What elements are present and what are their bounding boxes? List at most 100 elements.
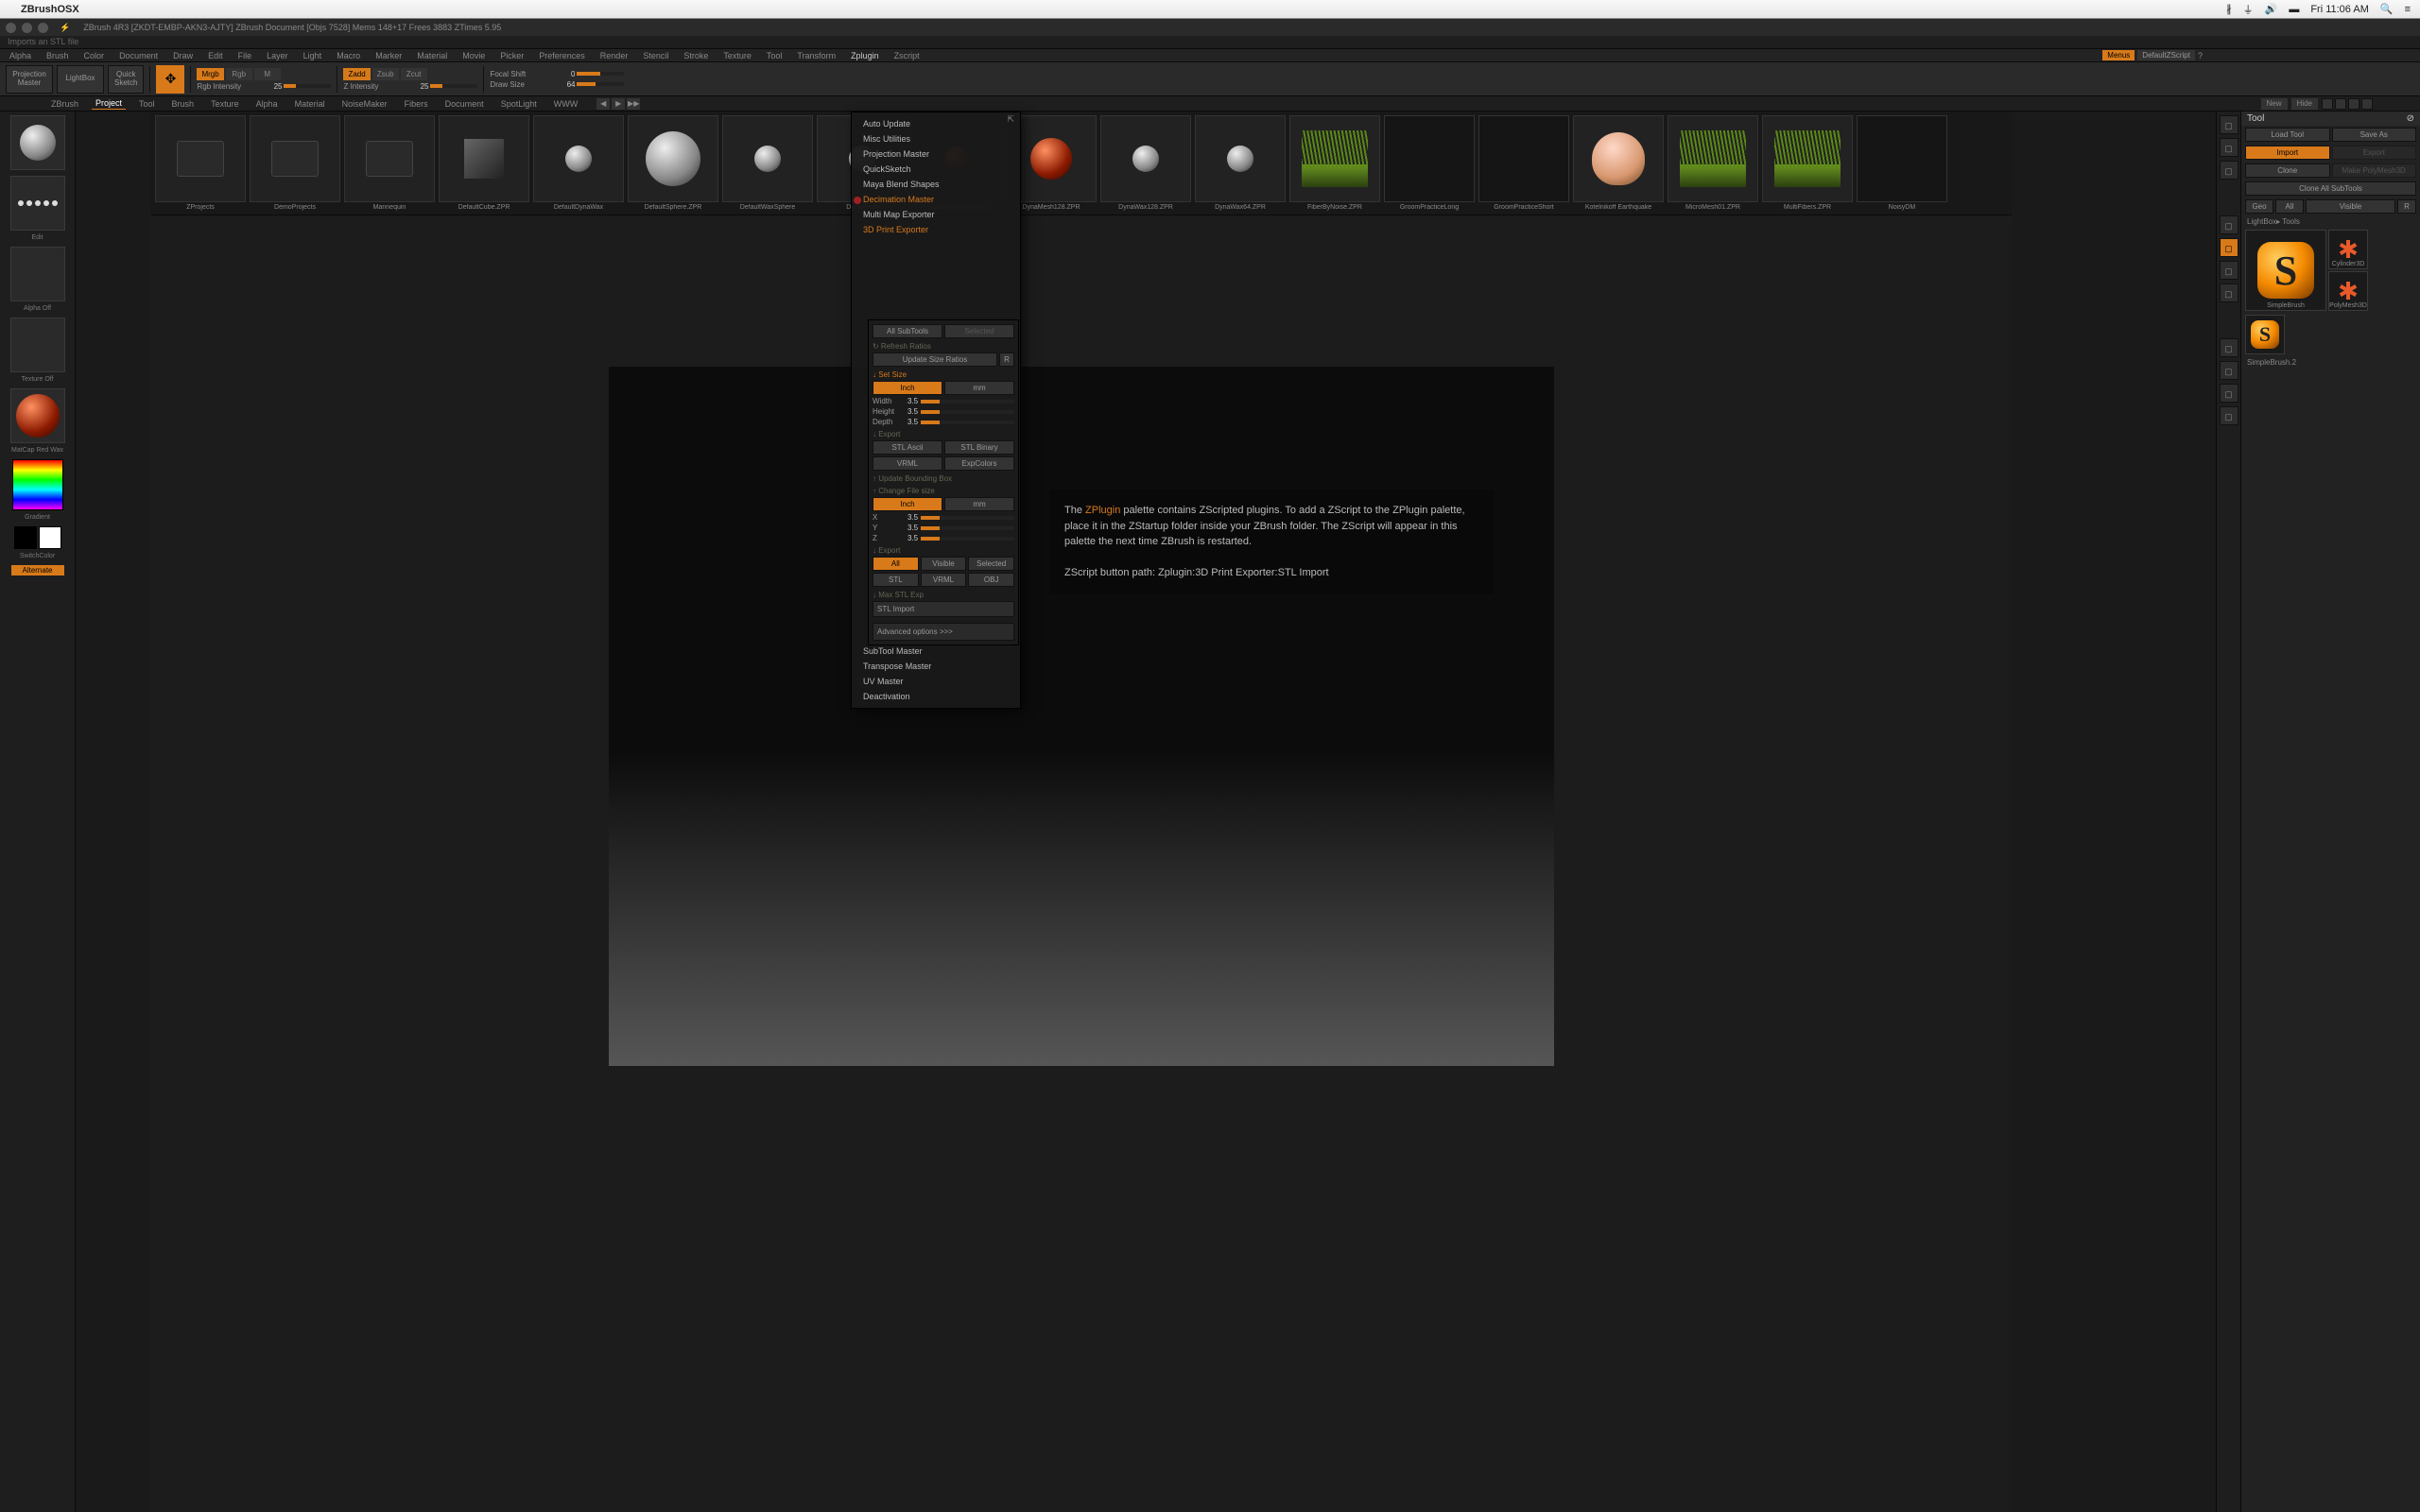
r-button[interactable]: R xyxy=(2397,199,2416,214)
tab-texture[interactable]: Texture xyxy=(207,98,243,110)
dropdown-quicksketch[interactable]: QuickSketch xyxy=(852,162,1020,177)
view-icon-4[interactable] xyxy=(2361,98,2373,110)
menu-file[interactable]: File xyxy=(234,51,256,60)
stl-import-button[interactable]: STL Import xyxy=(873,601,1014,617)
tool-thumb-polymesh[interactable]: ✱PolyMesh3D xyxy=(2328,271,2368,311)
menu-edit[interactable]: Edit xyxy=(204,51,227,60)
gallery-item[interactable]: DynaWax64.ZPR xyxy=(1195,115,1286,211)
menu-movie[interactable]: Movie xyxy=(458,51,489,60)
menu-zscript[interactable]: Zscript xyxy=(890,51,924,60)
tab-spotlight[interactable]: SpotLight xyxy=(497,98,541,110)
gallery-item[interactable]: DynaWax128.ZPR xyxy=(1100,115,1191,211)
view-icon-1[interactable] xyxy=(2322,98,2333,110)
menu-macro[interactable]: Macro xyxy=(333,51,364,60)
tool-thumb-simplebrush[interactable]: S SimpleBrush xyxy=(2245,230,2326,311)
gallery-item[interactable]: DefaultCube.ZPR xyxy=(439,115,529,211)
zsub-button[interactable]: Zsub xyxy=(372,68,399,80)
bluetooth-icon[interactable]: ∦ xyxy=(2226,3,2232,15)
close-dot[interactable] xyxy=(6,23,16,33)
rgb-button[interactable]: Rgb xyxy=(226,68,252,80)
tab-alpha[interactable]: Alpha xyxy=(252,98,282,110)
tab-zbrush[interactable]: ZBrush xyxy=(47,98,82,110)
tab-material[interactable]: Material xyxy=(291,98,329,110)
gallery-item[interactable]: MicroMesh01.ZPR xyxy=(1668,115,1758,211)
width-slider[interactable] xyxy=(921,400,1014,404)
tab-tool[interactable]: Tool xyxy=(135,98,159,110)
menu-tool[interactable]: Tool xyxy=(763,51,786,60)
all-subtools-button[interactable]: All SubTools xyxy=(873,324,942,338)
rail-rotate[interactable]: ▢ xyxy=(2220,284,2238,302)
vrml-button[interactable]: VRML xyxy=(873,456,942,471)
geo-button[interactable]: Geo xyxy=(2245,199,2273,214)
stl-button[interactable]: STL xyxy=(873,573,919,587)
dropdown-subtool-master[interactable]: SubTool Master xyxy=(852,644,1020,659)
all-button2[interactable]: All xyxy=(2275,199,2304,214)
minimize-dot[interactable] xyxy=(22,23,32,33)
stl-ascii-button[interactable]: STL Ascii xyxy=(873,440,942,455)
rail-persp[interactable]: ▢ xyxy=(2220,215,2238,234)
selected2-button[interactable]: Selected xyxy=(968,557,1014,571)
hide-button[interactable]: Hide xyxy=(2291,98,2318,110)
gallery-item[interactable]: Mannequin xyxy=(344,115,435,211)
height-slider[interactable] xyxy=(921,410,1014,414)
battery-icon[interactable]: ▬ xyxy=(2289,4,2299,15)
lightbox-tools-label[interactable]: LightBox▸ Tools xyxy=(2241,215,2420,228)
vrml2-button[interactable]: VRML xyxy=(921,573,967,587)
play-prev[interactable]: ◀ xyxy=(596,98,610,110)
visible-button[interactable]: Visible xyxy=(921,557,967,571)
menu-zplugin[interactable]: Zplugin xyxy=(847,51,883,60)
swatch-white[interactable] xyxy=(39,526,61,549)
menu-color[interactable]: Color xyxy=(80,51,109,60)
export-button[interactable]: Export xyxy=(2332,146,2417,160)
x-slider[interactable] xyxy=(921,516,1014,520)
help-icon[interactable]: ? xyxy=(2198,51,2203,60)
update-size-ratios-button[interactable]: Update Size Ratios xyxy=(873,352,997,367)
visible-button2[interactable]: Visible xyxy=(2306,199,2395,214)
draw-size-slider[interactable] xyxy=(577,82,624,86)
gallery-item[interactable]: MultiFibers.ZPR xyxy=(1762,115,1853,211)
rail-move[interactable]: ▢ xyxy=(2220,238,2238,257)
tab-www[interactable]: WWW xyxy=(550,98,581,110)
menu-draw[interactable]: Draw xyxy=(169,51,197,60)
material-thumb[interactable] xyxy=(10,388,65,443)
rgb-intensity-slider[interactable] xyxy=(284,84,331,88)
menu-render[interactable]: Render xyxy=(596,51,632,60)
stroke-thumb[interactable] xyxy=(10,176,65,231)
inch-button[interactable]: Inch xyxy=(873,381,942,395)
gallery-item[interactable]: DefaultSphere.ZPR xyxy=(628,115,718,211)
gallery-item[interactable]: DefaultWaxSphere xyxy=(722,115,813,211)
clock[interactable]: Fri 11:06 AM xyxy=(2310,4,2369,15)
lightbox-button[interactable]: LightBox xyxy=(57,65,104,94)
selected-button[interactable]: Selected xyxy=(944,324,1014,338)
save-as-button[interactable]: Save As xyxy=(2332,128,2417,142)
menu-brush[interactable]: Brush xyxy=(43,51,73,60)
quick-sketch-button[interactable]: Quick Sketch xyxy=(108,65,144,94)
tab-document[interactable]: Document xyxy=(441,98,488,110)
dropdown-deactivation[interactable]: Deactivation xyxy=(852,689,1020,704)
menu-preferences[interactable]: Preferences xyxy=(535,51,589,60)
gallery-item[interactable]: GroomPracticeLong xyxy=(1384,115,1475,211)
menu-stencil[interactable]: Stencil xyxy=(639,51,672,60)
load-tool-button[interactable]: Load Tool xyxy=(2245,128,2330,142)
notification-icon[interactable]: ≡ xyxy=(2405,4,2411,15)
make-polymesh-button[interactable]: Make PolyMesh3D xyxy=(2332,163,2417,178)
default-zscript[interactable]: DefaultZScript xyxy=(2137,50,2195,60)
rail-rot[interactable]: ▢ xyxy=(2220,406,2238,425)
new-button[interactable]: New xyxy=(2261,98,2288,110)
depth-slider[interactable] xyxy=(921,421,1014,424)
zoom-dot[interactable] xyxy=(38,23,48,33)
gallery-item[interactable]: DemoProjects xyxy=(250,115,340,211)
tab-noisemaker[interactable]: NoiseMaker xyxy=(338,98,391,110)
volume-icon[interactable]: 🔊 xyxy=(2265,3,2278,15)
view-icon-2[interactable] xyxy=(2335,98,2346,110)
dropdown-uv-master[interactable]: UV Master xyxy=(852,674,1020,689)
tool-close-icon[interactable]: ⊘ xyxy=(2407,113,2414,124)
gallery-item[interactable]: DefaultDynaWax xyxy=(533,115,624,211)
clone-all-button[interactable]: Clone All SubTools xyxy=(2245,181,2416,196)
alpha-thumb[interactable] xyxy=(10,247,65,301)
rail-scroll[interactable]: ▢ xyxy=(2220,115,2238,134)
view-icon-3[interactable] xyxy=(2348,98,2360,110)
expcolors-button[interactable]: ExpColors xyxy=(944,456,1014,471)
menu-marker[interactable]: Marker xyxy=(372,51,406,60)
brush-thumb[interactable] xyxy=(10,115,65,170)
